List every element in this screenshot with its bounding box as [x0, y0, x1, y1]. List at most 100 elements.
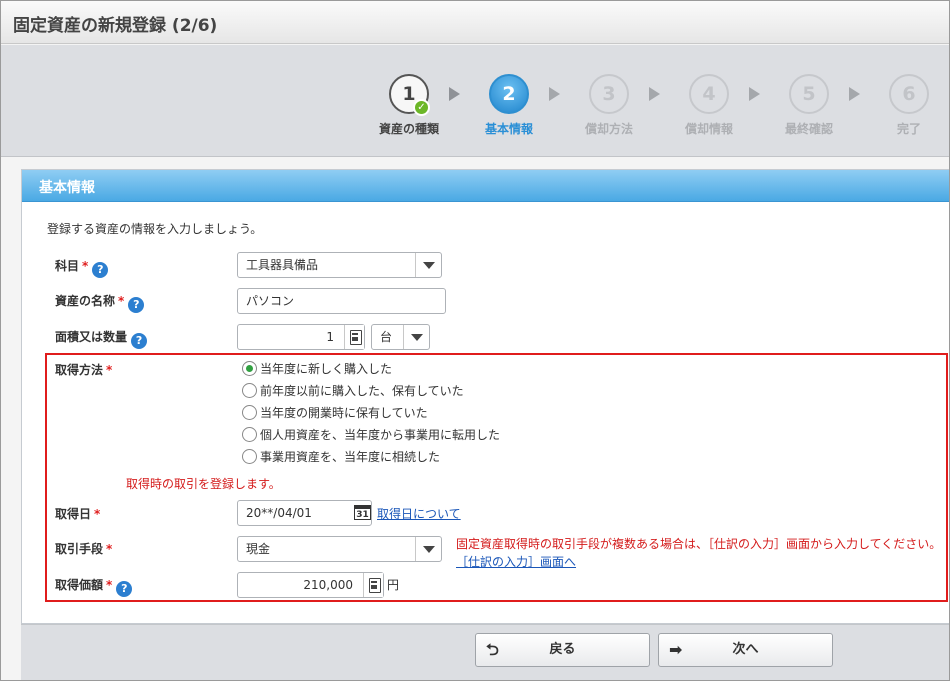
- required-mark: *: [106, 363, 113, 377]
- quantity-label-text: 面積又は数量: [55, 330, 128, 344]
- step-arrow-icon: [449, 87, 460, 101]
- acquisition-price-input[interactable]: 210,000: [237, 572, 384, 598]
- acquisition-date-value: 20**/04/01: [246, 506, 312, 520]
- step-4-circle: 4: [689, 74, 729, 114]
- acquisition-price-label: 取得価額 *?: [55, 576, 133, 597]
- step-4: 4 償却情報: [669, 74, 749, 137]
- page-title: 固定資産の新規登録 (2/6): [13, 16, 218, 36]
- payment-method-select[interactable]: 現金: [237, 536, 442, 562]
- acquisition-price-value: 210,000: [303, 578, 353, 592]
- payment-warning: 固定資産取得時の取引手段が複数ある場合は、［仕訳の入力］画面から入力してください…: [456, 537, 942, 551]
- calendar-icon[interactable]: 31: [351, 501, 373, 525]
- step-3: 3 償却方法: [569, 74, 649, 137]
- step-2-number: 2: [502, 83, 516, 105]
- chevron-down-icon[interactable]: [415, 537, 441, 561]
- unit-select[interactable]: 台: [371, 324, 430, 350]
- panel-header: 基本情報: [22, 170, 949, 202]
- back-button[interactable]: ⮌ 戻る: [475, 633, 650, 667]
- quantity-value: 1: [326, 330, 334, 344]
- acquisition-date-label-text: 取得日: [55, 507, 92, 521]
- radio-button[interactable]: [242, 361, 257, 376]
- wizard-steps: 1 ✓ 資産の種類 2 基本情報 3 償却方法 4 償却情報 5 最終確認 6: [1, 45, 949, 157]
- next-button[interactable]: ➡ 次へ: [658, 633, 833, 667]
- step-arrow-icon: [749, 87, 760, 101]
- account-select[interactable]: 工具器具備品: [237, 252, 442, 278]
- next-button-label: 次へ: [732, 642, 759, 657]
- footer-bar: ⮌ 戻る ➡ 次へ: [21, 624, 949, 680]
- required-mark: *: [118, 294, 125, 308]
- payment-method-label-text: 取引手段: [55, 542, 104, 556]
- radio-option-personal-conversion[interactable]: 個人用資産を、当年度から事業用に転用した: [242, 426, 500, 443]
- radio-label: 当年度に新しく購入した: [260, 362, 393, 376]
- radio-label: 前年度以前に購入した、保有していた: [260, 384, 464, 398]
- quantity-input[interactable]: 1: [237, 324, 365, 350]
- price-unit: 円: [387, 578, 400, 592]
- acquisition-note: 取得時の取引を登録します。: [126, 477, 281, 491]
- back-button-label: 戻る: [549, 642, 576, 657]
- radio-option-opening[interactable]: 当年度の開業時に保有していた: [242, 404, 428, 421]
- help-icon[interactable]: ?: [116, 581, 133, 597]
- step-6-label: 完了: [896, 122, 921, 136]
- radio-button[interactable]: [242, 449, 257, 464]
- radio-button[interactable]: [242, 383, 257, 398]
- payment-method-label: 取引手段 *: [55, 540, 112, 557]
- radio-button[interactable]: [242, 405, 257, 420]
- step-1-circle: 1 ✓: [389, 74, 430, 116]
- account-label-text: 科目: [55, 259, 80, 273]
- acquisition-method-label: 取得方法 *: [55, 361, 112, 378]
- journal-entry-link[interactable]: ［仕訳の入力］画面へ: [456, 553, 576, 570]
- step-6-circle: 6: [889, 74, 929, 114]
- back-arrow-icon: ⮌: [486, 640, 499, 659]
- help-icon[interactable]: ?: [92, 262, 109, 278]
- acquisition-method-label-text: 取得方法: [55, 363, 104, 377]
- asset-name-label: 資産の名称 *?: [55, 292, 145, 313]
- window: 固定資産の新規登録 (2/6) 1 ✓ 資産の種類 2 基本情報 3 償却方法 …: [0, 0, 950, 681]
- help-icon[interactable]: ?: [128, 297, 145, 313]
- asset-name-label-text: 資産の名称: [55, 294, 116, 308]
- step-1: 1 ✓ 資産の種類: [369, 74, 449, 137]
- step-6: 6 完了: [869, 74, 949, 137]
- acquisition-price-label-text: 取得価額: [55, 578, 104, 592]
- help-icon[interactable]: ?: [131, 333, 148, 349]
- step-arrow-icon: [849, 87, 860, 101]
- step-arrow-icon: [649, 87, 660, 101]
- step-5: 5 最終確認: [769, 74, 849, 137]
- acquisition-date-label: 取得日 *: [55, 505, 100, 522]
- chevron-down-icon[interactable]: [403, 325, 429, 349]
- step-5-circle: 5: [789, 74, 829, 114]
- step-2: 2 基本情報: [469, 74, 549, 137]
- calculator-icon[interactable]: [344, 325, 364, 349]
- step-5-label: 最終確認: [784, 122, 833, 136]
- acquisition-date-help-link[interactable]: 取得日について: [377, 505, 461, 522]
- check-icon: ✓: [413, 99, 430, 116]
- radio-option-inheritance[interactable]: 事業用資産を、当年度に相続した: [242, 448, 440, 465]
- radio-button[interactable]: [242, 427, 257, 442]
- intro-text: 登録する資産の情報を入力しましょう。: [47, 222, 263, 236]
- quantity-label: 面積又は数量?: [55, 328, 148, 349]
- step-4-label: 償却情報: [684, 122, 733, 136]
- asset-name-input[interactable]: パソコン: [237, 288, 446, 314]
- radio-label: 個人用資産を、当年度から事業用に転用した: [260, 428, 501, 442]
- radio-label: 事業用資産を、当年度に相続した: [260, 450, 441, 464]
- step-arrow-icon: [549, 87, 560, 101]
- chevron-down-icon[interactable]: [415, 253, 441, 277]
- step-6-number: 6: [902, 83, 916, 105]
- calculator-icon[interactable]: [363, 573, 383, 597]
- step-4-number: 4: [702, 83, 716, 105]
- step-3-number: 3: [602, 83, 616, 105]
- radio-label: 当年度の開業時に保有していた: [260, 406, 428, 420]
- account-label: 科目 *?: [55, 257, 109, 278]
- radio-option-new-purchase[interactable]: 当年度に新しく購入した: [242, 360, 392, 377]
- basic-info-panel: 基本情報 登録する資産の情報を入力しましょう。 科目 *? 工具器具備品 資産の名…: [21, 169, 949, 624]
- panel-title: 基本情報: [39, 180, 95, 196]
- right-arrow-icon: ➡: [669, 640, 683, 659]
- step-5-number: 5: [802, 83, 816, 105]
- step-3-label: 償却方法: [584, 122, 633, 136]
- radio-option-prior-purchase[interactable]: 前年度以前に購入した、保有していた: [242, 382, 464, 399]
- required-mark: *: [106, 578, 113, 592]
- required-mark: *: [94, 507, 101, 521]
- payment-method-value: 現金: [246, 542, 271, 556]
- step-1-label: 資産の種類: [378, 122, 439, 136]
- step-2-circle: 2: [489, 74, 529, 114]
- unit-value: 台: [380, 330, 393, 344]
